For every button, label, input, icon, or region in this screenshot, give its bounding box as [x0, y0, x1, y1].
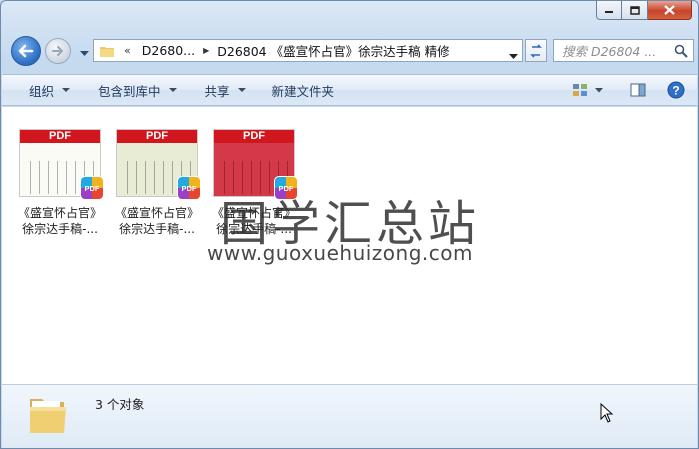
new-folder-label: 新建文件夹 — [271, 83, 335, 99]
pdf-app-icon: PDF — [80, 176, 104, 200]
minimize-button[interactable] — [596, 1, 622, 20]
close-icon — [664, 5, 675, 15]
view-dropdown[interactable] — [593, 79, 605, 101]
forward-button[interactable] — [45, 38, 71, 64]
file-item[interactable]: PDF PDF 《盛宣怀占官》 徐宗达手稿-... — [109, 129, 205, 237]
share-label: 共享 — [204, 83, 230, 99]
watermark-url: www.guoxuehuizong.com — [207, 241, 473, 265]
preview-pane-icon — [630, 83, 646, 97]
breadcrumb-item[interactable]: D2680... — [142, 43, 195, 58]
file-name: 《盛宣怀占官》 徐宗达手稿-... — [114, 206, 199, 236]
file-name: 《盛宣怀占官》 徐宗达手稿-... — [17, 206, 102, 236]
close-button[interactable] — [648, 1, 692, 20]
navigation-bar: « D2680... ▶ D26804 《盛宣怀占官》徐宗达手稿 精修 搜索 D… — [7, 34, 694, 68]
arrow-right-icon — [52, 46, 63, 56]
view-controls: ? — [569, 75, 697, 105]
organize-label: 组织 — [29, 83, 55, 99]
folder-icon — [30, 399, 66, 433]
caret-down-icon — [237, 88, 246, 92]
item-count: 3 个对象 — [95, 397, 145, 412]
caret-down-icon — [62, 88, 71, 92]
search-icon[interactable] — [674, 44, 688, 58]
search-box[interactable]: 搜索 D26804 ... — [553, 39, 694, 62]
back-button[interactable] — [11, 36, 41, 66]
file-item[interactable]: PDF PDF 《盛宣怀占官》 徐宗达手稿-... — [12, 129, 108, 237]
arrow-left-icon — [18, 44, 34, 58]
pdf-thumbnail: PDF PDF — [116, 129, 201, 200]
address-dropdown[interactable] — [509, 48, 518, 63]
maximize-icon — [629, 5, 640, 15]
caret-down-icon — [168, 88, 177, 92]
folder-icon — [100, 46, 114, 57]
minimize-icon — [605, 11, 613, 13]
explorer-window: « D2680... ▶ D26804 《盛宣怀占官》徐宗达手稿 精修 搜索 D… — [0, 0, 699, 449]
share-menu[interactable]: 共享 — [195, 75, 256, 105]
pdf-label: PDF — [20, 130, 100, 143]
help-icon: ? — [667, 81, 685, 99]
pdf-label: PDF — [214, 130, 294, 143]
mouse-cursor-icon — [600, 403, 614, 423]
chevron-down-icon — [509, 54, 518, 59]
pdf-app-icon: PDF — [177, 176, 201, 200]
svg-text:?: ? — [672, 84, 679, 98]
file-list-pane[interactable]: PDF PDF 《盛宣怀占官》 徐宗达手稿-... PDF PDF 《盛宣怀占官… — [2, 107, 697, 384]
recent-pages-dropdown[interactable] — [80, 46, 89, 60]
command-bar: 组织 包含到库中 共享 新建文件夹 ? — [2, 74, 697, 106]
maximize-button[interactable] — [622, 1, 648, 20]
search-input[interactable]: 搜索 D26804 ... — [562, 41, 672, 60]
caption-buttons — [596, 1, 692, 21]
refresh-button[interactable] — [525, 39, 547, 62]
refresh-icon — [530, 43, 542, 58]
organize-menu[interactable]: 组织 — [2, 75, 80, 105]
breadcrumb-item-current[interactable]: D26804 《盛宣怀占官》徐宗达手稿 精修 — [217, 41, 449, 60]
pdf-label: PDF — [117, 130, 197, 143]
new-folder-button[interactable]: 新建文件夹 — [262, 75, 345, 105]
include-library-label: 包含到库中 — [98, 83, 161, 99]
preview-pane-button[interactable] — [627, 79, 649, 101]
chevron-down-icon — [80, 51, 89, 56]
pdf-thumbnail: PDF PDF — [19, 129, 104, 200]
view-grid-icon — [573, 84, 587, 96]
details-pane: 3 个对象 — [2, 384, 697, 448]
address-bar[interactable]: « D2680... ▶ D26804 《盛宣怀占官》徐宗达手稿 精修 — [93, 39, 523, 62]
help-button[interactable]: ? — [665, 79, 687, 101]
include-library-menu[interactable]: 包含到库中 — [88, 75, 187, 105]
breadcrumb-arrow-icon[interactable]: ▶ — [203, 46, 209, 55]
change-view-button[interactable] — [569, 79, 591, 101]
breadcrumb-overflow[interactable]: « — [124, 44, 131, 57]
chevron-down-icon — [595, 87, 603, 92]
